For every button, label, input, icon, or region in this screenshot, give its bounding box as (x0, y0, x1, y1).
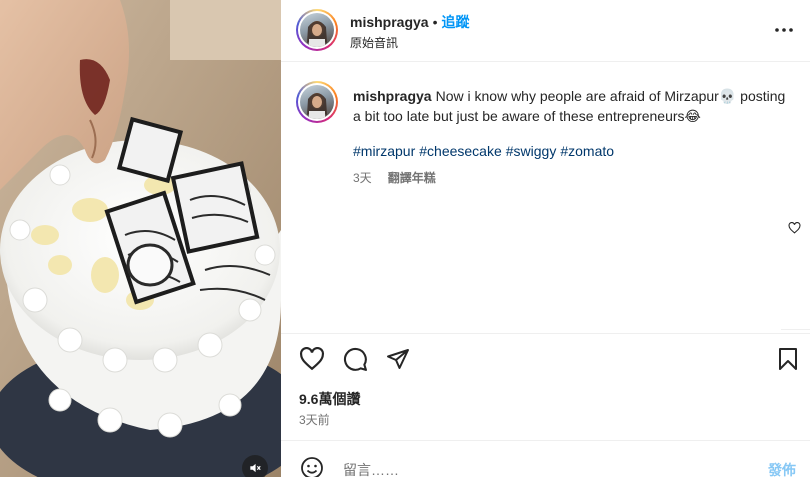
hashtag-link[interactable]: #swiggy (506, 143, 557, 159)
comment-icon (343, 347, 367, 371)
more-horizontal-icon (775, 28, 793, 32)
comment-divider (281, 440, 810, 441)
actions-divider (281, 333, 810, 334)
more-options-button[interactable] (772, 20, 796, 40)
profile-photo-icon (307, 21, 327, 47)
post-timestamp[interactable]: 3天前 (299, 411, 330, 428)
caption-like-button[interactable] (786, 220, 802, 236)
hashtag-link[interactable]: #mirzapur (353, 143, 415, 159)
like-count[interactable]: 9.6萬個讚 (299, 389, 360, 409)
share-icon (387, 349, 409, 369)
speaker-muted-icon (250, 463, 261, 473)
caption-avatar[interactable] (296, 81, 338, 123)
emoji-button[interactable] (299, 455, 325, 477)
save-button[interactable] (774, 345, 802, 373)
caption-username[interactable]: mishpragya (353, 88, 432, 104)
heart-icon (300, 347, 324, 371)
hashtag-link[interactable]: #cheesecake (419, 143, 502, 159)
post-comment-button[interactable]: 發佈 (768, 460, 796, 477)
separator-dot: • (432, 14, 438, 30)
hashtag-list: #mirzapur #cheesecake #swiggy #zomato (353, 143, 618, 159)
caption-text: mishpragya Now i know why people are afra… (353, 86, 793, 126)
emoji-icon (301, 457, 323, 477)
translate-button[interactable]: 翻譯年糕 (388, 171, 436, 185)
comment-input[interactable]: 留言…… (343, 460, 399, 477)
scroll-edge (781, 329, 810, 330)
post-media[interactable] (0, 0, 281, 477)
mute-button[interactable] (242, 455, 268, 477)
profile-photo-icon (307, 93, 327, 119)
cake-video-frame (0, 0, 281, 477)
caption-age[interactable]: 3天 (353, 171, 372, 185)
heart-small-icon (788, 222, 800, 234)
share-button[interactable] (384, 345, 412, 373)
header-divider (281, 61, 810, 62)
follow-button[interactable]: 追蹤 (442, 14, 470, 30)
caption-meta: 3天 翻譯年糕 (353, 169, 436, 186)
author-username[interactable]: mishpragya (350, 14, 429, 30)
hashtag-link[interactable]: #zomato (560, 143, 614, 159)
audio-label[interactable]: 原始音訊 (350, 34, 398, 51)
bookmark-icon (779, 348, 797, 370)
like-button[interactable] (298, 345, 326, 373)
comment-button[interactable] (341, 345, 369, 373)
author-avatar[interactable] (296, 9, 338, 51)
post-details-pane: mishpragya • 追蹤 原始音訊 mishpragya Now i know … (281, 0, 810, 477)
